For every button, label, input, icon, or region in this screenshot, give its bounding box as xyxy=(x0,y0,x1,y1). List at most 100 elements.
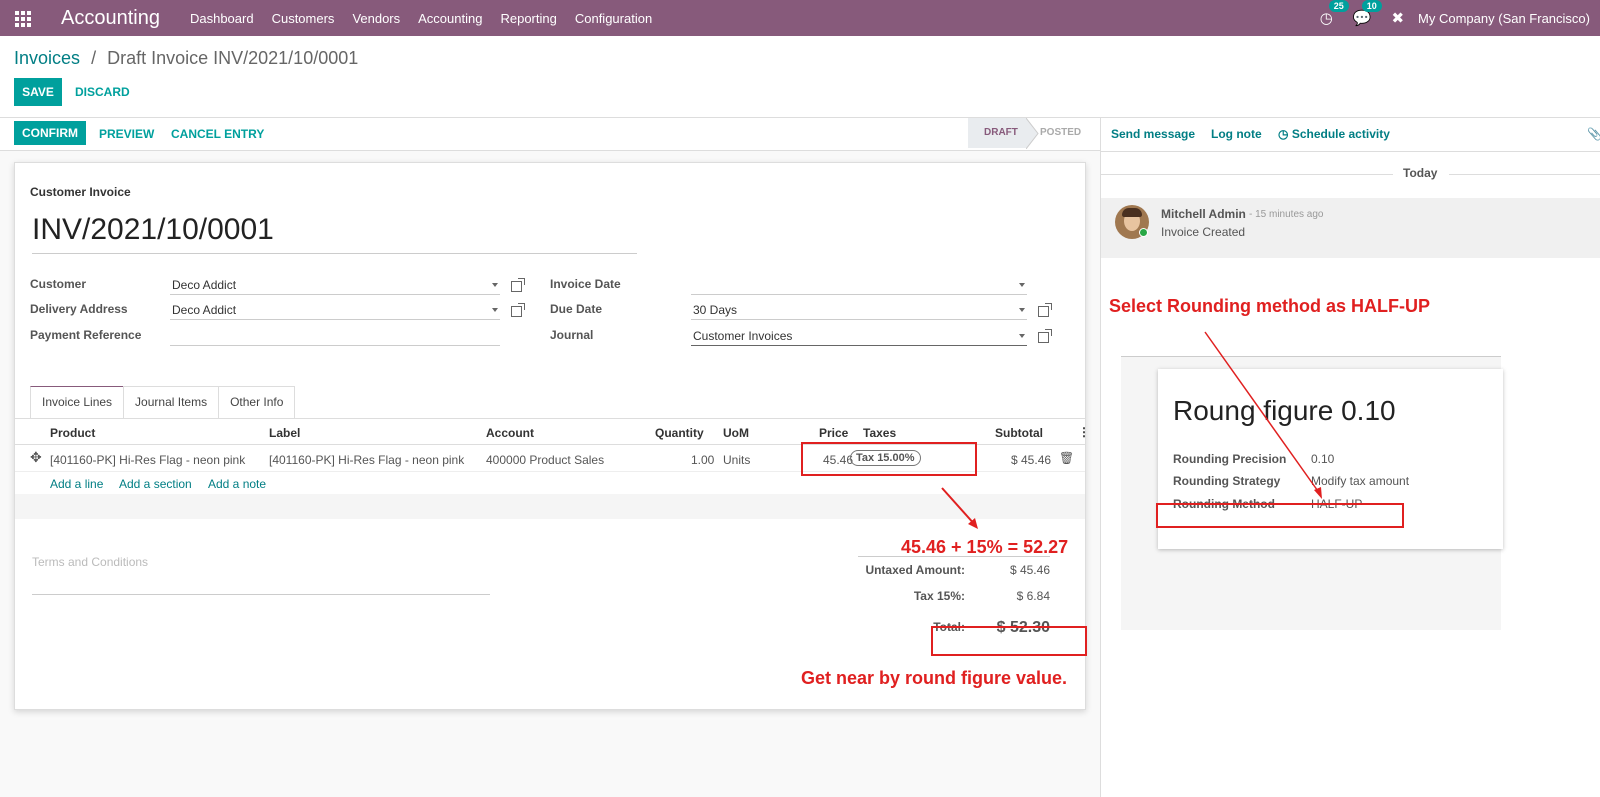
tab-invoice-lines[interactable]: Invoice Lines xyxy=(30,386,125,418)
menu-accounting[interactable]: Accounting xyxy=(418,11,482,26)
due-date-label: Due Date xyxy=(550,302,603,316)
line-label[interactable]: [401160-PK] Hi-Res Flag - neon pink xyxy=(269,453,464,467)
tab-divider xyxy=(15,418,1085,419)
col-taxes[interactable]: Taxes xyxy=(863,426,896,440)
col-uom[interactable]: UoM xyxy=(723,426,749,440)
chevron-down-icon[interactable] xyxy=(1019,283,1025,287)
col-product[interactable]: Product xyxy=(50,426,95,440)
date-separator: Today xyxy=(1403,166,1438,180)
untaxed-amount-value: $ 45.46 xyxy=(1009,563,1050,577)
invoice-form-sheet: Customer Invoice INV/2021/10/0001 Custom… xyxy=(14,162,1090,710)
stage-posted[interactable]: POSTED xyxy=(1040,118,1081,148)
annotation-arrow xyxy=(941,487,978,529)
drag-handle-icon[interactable]: ✥ xyxy=(30,449,42,466)
line-subtotal: $ 45.46 xyxy=(1011,453,1052,467)
col-quantity[interactable]: Quantity xyxy=(655,426,704,440)
chevron-down-icon[interactable] xyxy=(1019,308,1025,312)
delivery-address-value: Deco Addict xyxy=(172,303,237,317)
column-options-icon[interactable]: ⋮ xyxy=(1078,425,1090,439)
external-link-icon[interactable] xyxy=(1038,303,1052,317)
schedule-activity-button[interactable]: ◷ Schedule activity xyxy=(1278,127,1390,141)
delivery-address-label: Delivery Address xyxy=(30,302,128,316)
delivery-address-field[interactable]: Deco Addict xyxy=(170,301,500,320)
round-annotation: Get near by round figure value. xyxy=(801,668,1068,688)
invoice-date-field[interactable] xyxy=(691,276,1027,295)
stage-arrow xyxy=(1026,118,1039,149)
chatter-message: Mitchell Admin - 15 minutes ago Invoice … xyxy=(1101,198,1600,258)
message-author[interactable]: Mitchell Admin xyxy=(1161,207,1246,221)
line-product[interactable]: [401160-PK] Hi-Res Flag - neon pink xyxy=(50,453,245,467)
online-status-icon xyxy=(1139,228,1148,237)
external-link-icon[interactable] xyxy=(1038,329,1052,343)
menu-customers[interactable]: Customers xyxy=(272,11,335,26)
terms-conditions-field[interactable]: Terms and Conditions xyxy=(32,555,490,595)
trash-icon[interactable]: 🗑 xyxy=(1059,451,1074,465)
external-link-icon[interactable] xyxy=(511,303,525,317)
notebook-tabs: Invoice Lines Journal Items Other Info xyxy=(30,386,296,418)
chevron-down-icon[interactable] xyxy=(1019,334,1025,338)
tab-other-info[interactable]: Other Info xyxy=(218,386,296,418)
cancel-entry-button[interactable]: CANCEL ENTRY xyxy=(171,127,264,141)
chatter-divider xyxy=(1101,151,1600,152)
due-date-field[interactable]: 30 Days xyxy=(691,301,1027,320)
col-price[interactable]: Price xyxy=(819,426,848,440)
messages-icon[interactable]: 💬 10 xyxy=(1353,0,1382,27)
menu-configuration[interactable]: Configuration xyxy=(575,11,652,26)
clock-icon: ◷ xyxy=(1278,127,1289,141)
payment-reference-label: Payment Reference xyxy=(30,328,142,342)
log-note-button[interactable]: Log note xyxy=(1211,127,1262,141)
company-switcher[interactable]: My Company (San Francisco) xyxy=(1418,11,1590,26)
journal-field[interactable]: Customer Invoices xyxy=(691,327,1027,346)
col-label[interactable]: Label xyxy=(269,426,300,440)
chevron-down-icon[interactable] xyxy=(492,308,498,312)
terms-placeholder: Terms and Conditions xyxy=(32,555,149,569)
stage-draft[interactable]: DRAFT xyxy=(968,118,1026,148)
line-uom[interactable]: Units xyxy=(723,453,750,467)
invoice-number[interactable]: INV/2021/10/0001 xyxy=(32,213,637,254)
menu-dashboard[interactable]: Dashboard xyxy=(190,11,254,26)
breadcrumb-current: Draft Invoice INV/2021/10/0001 xyxy=(107,48,359,68)
payment-reference-field[interactable] xyxy=(170,327,500,346)
grid-icon[interactable] xyxy=(15,11,31,27)
debug-tools-icon[interactable]: ✖ xyxy=(1391,9,1404,27)
invoice-date-label: Invoice Date xyxy=(550,277,621,291)
chevron-down-icon[interactable] xyxy=(492,283,498,287)
add-line-link[interactable]: Add a line xyxy=(50,477,103,491)
paperclip-icon[interactable]: 📎 xyxy=(1587,127,1600,141)
status-bar: CONFIRM PREVIEW CANCEL ENTRY DRAFT POSTE… xyxy=(0,118,1100,151)
date-line-right xyxy=(1449,174,1600,175)
col-subtotal[interactable]: Subtotal xyxy=(995,426,1043,440)
total-highlight xyxy=(931,626,1087,656)
discard-button[interactable]: DISCARD xyxy=(75,85,130,99)
customer-field[interactable]: Deco Addict xyxy=(170,276,500,295)
lines-footer xyxy=(15,494,1085,519)
preview-button[interactable]: PREVIEW xyxy=(99,127,154,141)
add-note-link[interactable]: Add a note xyxy=(208,477,266,491)
menu-vendors[interactable]: Vendors xyxy=(352,11,400,26)
line-quantity[interactable]: 1.00 xyxy=(691,453,714,467)
breadcrumb-invoices-link[interactable]: Invoices xyxy=(14,48,80,68)
col-account[interactable]: Account xyxy=(486,426,534,440)
add-section-link[interactable]: Add a section xyxy=(119,477,192,491)
save-button[interactable]: SAVE xyxy=(14,78,62,106)
message-body: Invoice Created xyxy=(1161,225,1246,239)
messages-badge: 10 xyxy=(1361,0,1382,12)
line-account[interactable]: 400000 Product Sales xyxy=(486,453,604,467)
message-time: - 15 minutes ago xyxy=(1249,209,1324,220)
activity-clock-icon[interactable]: ◷ 25 xyxy=(1320,0,1349,27)
breadcrumb: Invoices / Draft Invoice INV/2021/10/000… xyxy=(14,48,358,69)
send-message-button[interactable]: Send message xyxy=(1111,127,1195,141)
rounding-method-highlight xyxy=(1156,503,1404,528)
customer-label: Customer xyxy=(30,277,87,291)
menu-reporting[interactable]: Reporting xyxy=(500,11,556,26)
breadcrumb-separator: / xyxy=(91,48,97,68)
external-link-icon[interactable] xyxy=(511,278,525,292)
activity-badge: 25 xyxy=(1328,0,1349,12)
tax-value: $ 6.84 xyxy=(1016,589,1050,603)
tab-journal-items[interactable]: Journal Items xyxy=(123,386,220,418)
chatter-panel: Send message Log note ◷ Schedule activit… xyxy=(1100,118,1600,797)
price-tax-highlight xyxy=(801,442,977,476)
confirm-button[interactable]: CONFIRM xyxy=(14,121,86,145)
customer-value: Deco Addict xyxy=(172,278,237,292)
app-name[interactable]: Accounting xyxy=(61,7,160,30)
